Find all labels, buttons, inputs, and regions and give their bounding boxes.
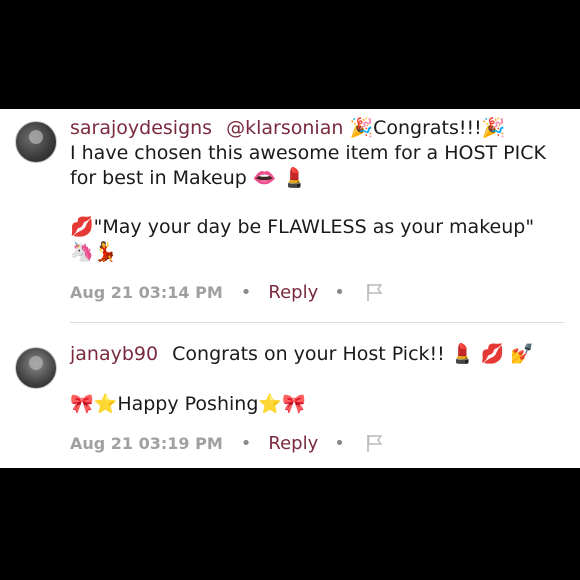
flag-icon[interactable] — [365, 282, 385, 302]
comment-text: 🎉Congrats!!!🎉 — [349, 117, 506, 139]
comment-line: sarajoydesigns @klarsonian 🎉Congrats!!!🎉 — [70, 116, 560, 141]
separator-dot: • — [240, 432, 252, 454]
comment-meta: Aug 21 03:14 PM • Reply • — [70, 280, 385, 304]
divider — [70, 322, 564, 323]
username-link[interactable]: sarajoydesigns — [70, 117, 212, 139]
comment-text: for best in Makeup 👄 💄 — [70, 167, 307, 189]
reply-button[interactable]: Reply — [268, 433, 318, 454]
mention-link[interactable]: @klarsonian — [226, 117, 343, 139]
avatar[interactable] — [15, 347, 57, 389]
comment-text: 🎀⭐Happy Poshing⭐🎀 — [70, 393, 306, 415]
flag-icon[interactable] — [365, 433, 385, 453]
username-link[interactable]: janayb90 — [70, 343, 158, 365]
separator-dot: • — [334, 281, 345, 303]
comment-text: 🦄💃 — [70, 241, 118, 263]
comment-body: sarajoydesigns @klarsonian 🎉Congrats!!!🎉… — [70, 116, 560, 265]
comment-line: janayb90 Congrats on your Host Pick!! 💄 … — [70, 342, 560, 367]
comment-meta: Aug 21 03:19 PM • Reply • — [70, 431, 385, 455]
separator-dot: • — [334, 432, 345, 454]
timestamp: Aug 21 03:19 PM — [70, 433, 223, 453]
avatar[interactable] — [15, 121, 57, 163]
comment-text: 💋"May your day be FLAWLESS as your makeu… — [70, 216, 535, 238]
comment-text: I have chosen this awesome item for a HO… — [70, 142, 546, 164]
timestamp: Aug 21 03:14 PM — [70, 282, 223, 302]
comments-panel: sarajoydesigns @klarsonian 🎉Congrats!!!🎉… — [0, 109, 580, 468]
reply-button[interactable]: Reply — [268, 282, 318, 303]
comment-text: Congrats on your Host Pick!! 💄 💋 💅 — [172, 343, 534, 365]
separator-dot: • — [240, 281, 252, 303]
comment-body: janayb90 Congrats on your Host Pick!! 💄 … — [70, 342, 560, 417]
